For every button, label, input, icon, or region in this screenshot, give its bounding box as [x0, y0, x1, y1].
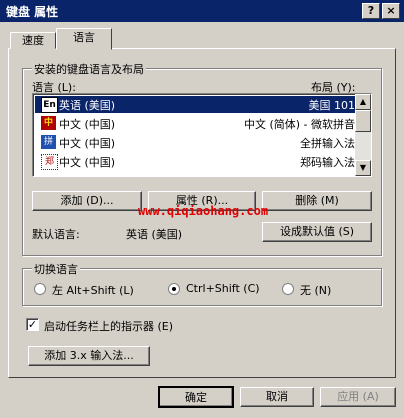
list-item-layout: 全拼输入法 — [300, 137, 355, 150]
scroll-thumb[interactable] — [355, 110, 371, 132]
set-default-button[interactable]: 设成默认值 (S) — [262, 222, 372, 242]
add-ime-button[interactable]: 添加 3.x 输入法... — [28, 346, 150, 366]
list-item[interactable]: 中 中文 (中国) 中文 (简体) - 微软拼音 — [35, 115, 357, 132]
list-item[interactable]: 郑 中文 (中国) 郑码输入法 — [35, 153, 357, 170]
scroll-down-icon[interactable]: ▼ — [355, 160, 371, 176]
tab-speed[interactable]: 速度 — [10, 32, 56, 49]
indicator-checkbox-label[interactable]: 启动任务栏上的指示器 (E) — [44, 318, 173, 334]
layouts-group-label: 安装的键盘语言及布局 — [32, 61, 146, 77]
title-bar: 键盘 属性 ? × — [0, 0, 404, 22]
radio-none[interactable] — [282, 283, 294, 295]
help-button[interactable]: ? — [362, 3, 380, 19]
english-flag-icon: En — [41, 97, 58, 113]
window-title: 键盘 属性 — [6, 5, 59, 19]
layout-list[interactable]: En 英语 (美国) 美国 101 中 中文 (中国) 中文 (简体) - 微软… — [32, 93, 372, 177]
radio-none-label[interactable]: 无 (N) — [300, 282, 331, 298]
list-item-language: 中文 (中国) — [59, 156, 116, 169]
tab-language[interactable]: 语言 — [56, 28, 112, 50]
close-button[interactable]: × — [382, 3, 400, 19]
radio-selected-dot — [172, 287, 176, 291]
list-item-layout: 美国 101 — [308, 99, 356, 112]
scroll-up-icon[interactable]: ▲ — [355, 94, 371, 110]
list-item-layout: 郑码输入法 — [300, 156, 355, 169]
list-item-language: 中文 (中国) — [59, 137, 116, 150]
list-item-language: 中文 (中国) — [59, 118, 116, 131]
apply-button[interactable]: 应用 (A) — [320, 387, 396, 407]
radio-ctrl-shift[interactable] — [168, 283, 180, 295]
list-scrollbar[interactable]: ▲ ▼ — [355, 94, 371, 176]
list-item-language: 英语 (美国) — [59, 99, 116, 112]
radio-left-alt-shift-label[interactable]: 左 Alt+Shift (L) — [52, 282, 134, 298]
list-item-layout: 中文 (简体) - 微软拼音 — [243, 118, 355, 131]
watermark-text: www.qiqiaohang.com — [138, 204, 269, 218]
list-item[interactable]: 拼 中文 (中国) 全拼输入法 — [35, 134, 357, 151]
radio-ctrl-shift-label[interactable]: Ctrl+Shift (C) — [186, 282, 260, 295]
default-language-value: 英语 (美国) — [126, 228, 183, 241]
switch-language-label: 切换语言 — [32, 261, 80, 277]
radio-left-alt-shift[interactable] — [34, 283, 46, 295]
ime-zhengma-icon: 郑 — [41, 154, 58, 170]
chinese-flag-icon: 中 — [41, 116, 56, 130]
indicator-checkbox[interactable]: ✓ — [26, 318, 39, 331]
cancel-button[interactable]: 取消 — [240, 387, 314, 407]
ime-quanpin-icon: 拼 — [41, 135, 56, 149]
ok-button[interactable]: 确定 — [158, 386, 234, 408]
default-language-label: 默认语言: — [32, 228, 80, 241]
list-item[interactable]: En 英语 (美国) 美国 101 — [35, 96, 357, 113]
remove-button[interactable]: 删除 (M) — [262, 191, 372, 211]
add-button[interactable]: 添加 (D)... — [32, 191, 142, 211]
